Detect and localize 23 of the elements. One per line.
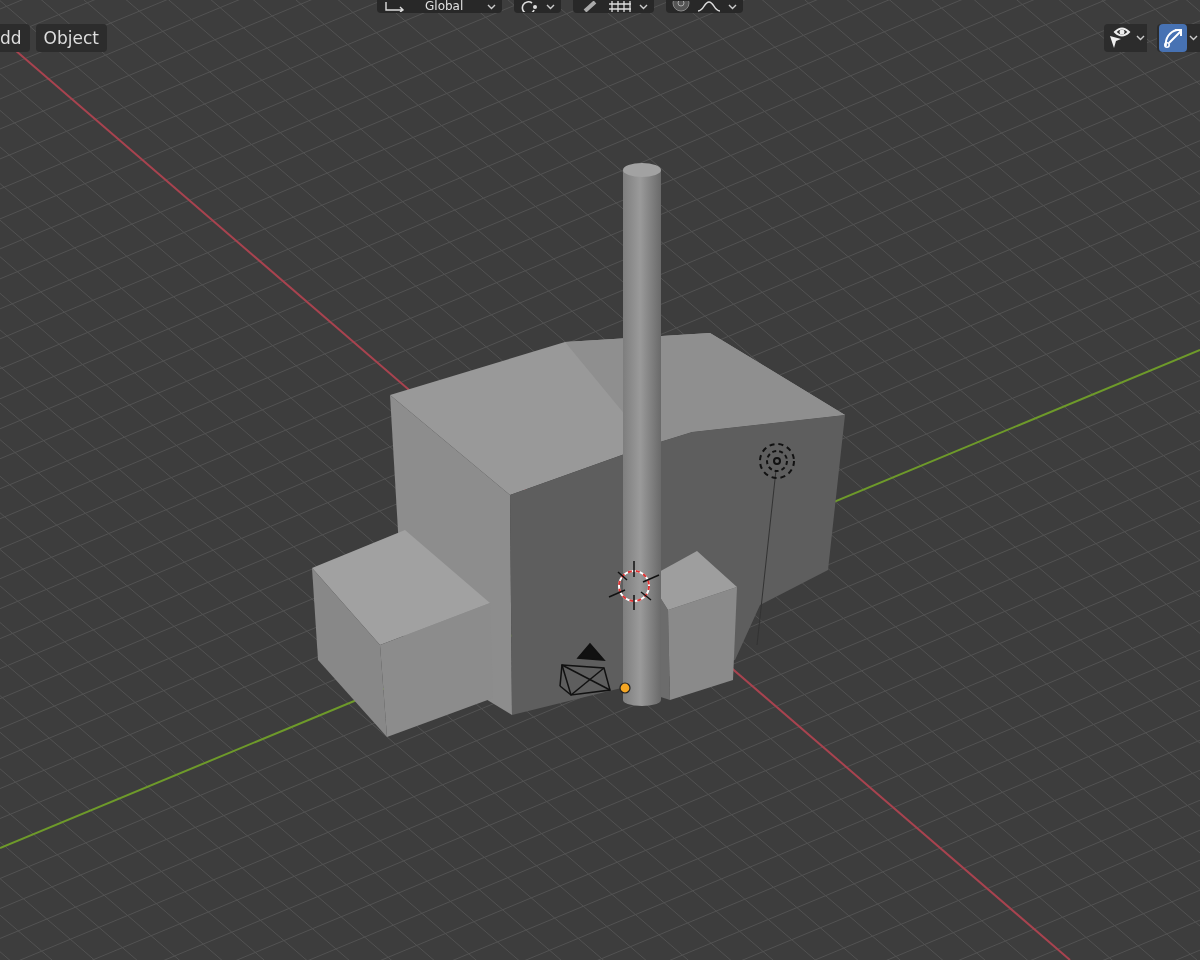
origin-dot — [619, 682, 631, 694]
selectability-dropdown[interactable] — [1104, 24, 1147, 52]
menu-button[interactable]: dd — [0, 24, 30, 52]
snap-toggle[interactable] — [573, 0, 655, 13]
caret-icon — [728, 3, 738, 10]
menu-button[interactable]: Object — [35, 24, 107, 52]
eye-arrow-icon — [1107, 26, 1133, 50]
caret-icon — [639, 3, 649, 10]
gizmo-icon — [1161, 26, 1185, 50]
pivot-dropdown[interactable] — [514, 0, 562, 13]
gizmo-toggle[interactable] — [1157, 24, 1200, 52]
caret-icon — [1136, 35, 1145, 41]
proportional-edit-toggle[interactable] — [666, 0, 744, 13]
orientation-label: Global — [425, 0, 464, 13]
camera-object — [559, 642, 611, 696]
caret-icon — [1189, 35, 1198, 41]
caret-icon — [487, 3, 497, 10]
axes-icon — [383, 1, 405, 12]
falloff-curve-icon — [696, 1, 723, 12]
grid-icon — [607, 1, 634, 12]
caret-icon — [546, 3, 556, 10]
3d-cursor — [608, 560, 660, 611]
orientation-dropdown[interactable]: Global — [377, 0, 503, 13]
